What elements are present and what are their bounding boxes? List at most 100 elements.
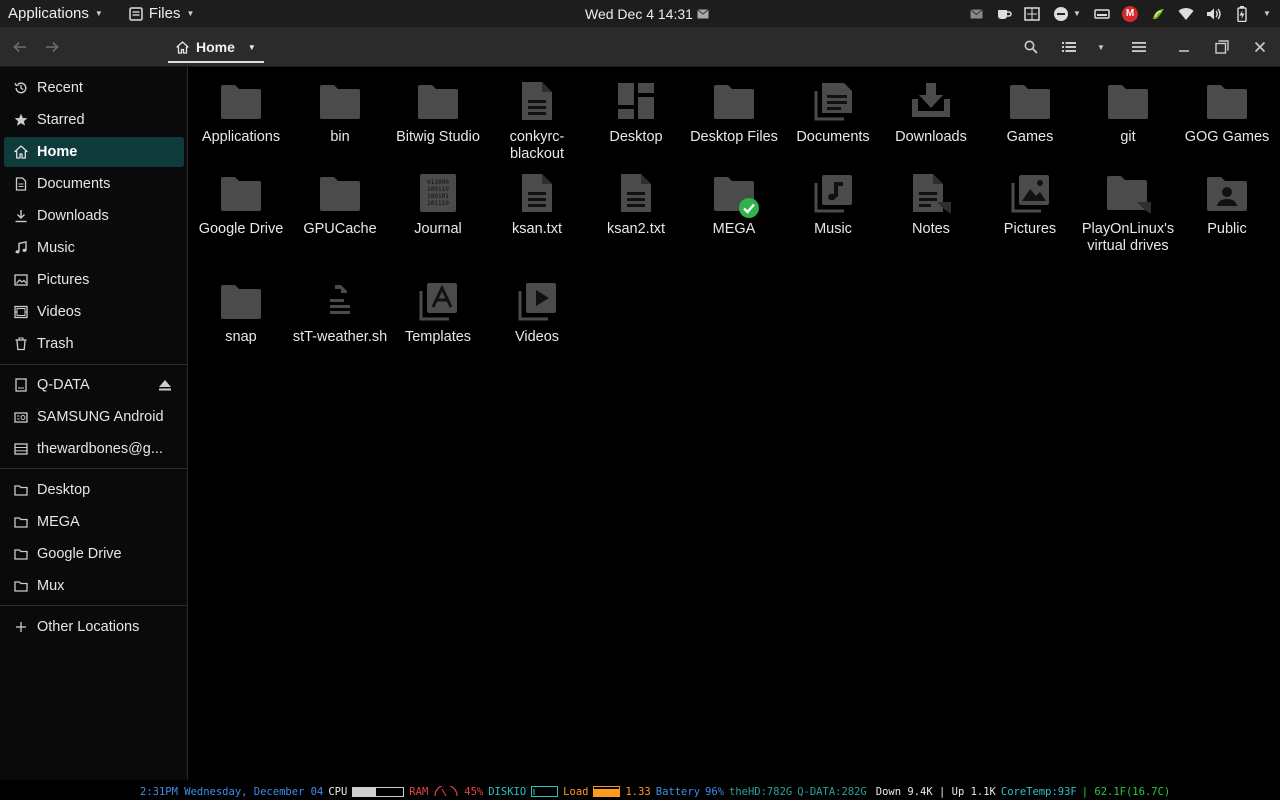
sidebar-item-label: Starred bbox=[37, 112, 85, 128]
chevron-down-icon: ▼ bbox=[1097, 42, 1105, 52]
sidebar-item-other-locations[interactable]: Other Locations bbox=[4, 612, 184, 642]
download-icon bbox=[14, 209, 28, 223]
sidebar-item-downloads[interactable]: Downloads bbox=[4, 201, 184, 231]
sidebar-item-videos[interactable]: Videos bbox=[4, 297, 184, 327]
file-item-git[interactable]: git bbox=[1079, 77, 1177, 146]
video-icon bbox=[14, 305, 28, 319]
conky-load-value: 1.33 bbox=[625, 785, 651, 798]
file-label: Documents bbox=[796, 129, 870, 145]
files-app-menu[interactable]: Files ▼ bbox=[121, 0, 203, 27]
file-item-documents[interactable]: Documents bbox=[784, 77, 882, 146]
phone-icon bbox=[14, 410, 28, 424]
star-icon bbox=[14, 113, 28, 127]
conky-load-label: Load bbox=[563, 785, 589, 798]
arrow-left-icon bbox=[13, 41, 26, 53]
file-item-games[interactable]: Games bbox=[981, 77, 1079, 146]
sidebar-item-recent[interactable]: Recent bbox=[4, 73, 184, 103]
folder-icon bbox=[1203, 77, 1251, 125]
file-item-downloads[interactable]: Downloads bbox=[882, 77, 980, 146]
search-button[interactable] bbox=[1016, 27, 1046, 67]
applications-menu[interactable]: Applications ▼ bbox=[0, 0, 111, 27]
clock-icon bbox=[14, 81, 28, 95]
power-menu-icon[interactable]: ▼ bbox=[1262, 6, 1272, 22]
file-item-desktop-files[interactable]: Desktop Files bbox=[685, 77, 783, 146]
text-file-icon bbox=[513, 169, 561, 217]
file-item-bin[interactable]: bin bbox=[291, 77, 389, 146]
minimize-button[interactable] bbox=[1169, 27, 1199, 67]
file-item-music[interactable]: Music bbox=[784, 169, 882, 238]
drive-icon bbox=[14, 378, 28, 392]
file-item-ksan2-txt[interactable]: ksan2.txt bbox=[587, 169, 685, 238]
file-item-mega[interactable]: MEGA bbox=[685, 169, 783, 238]
sidebar-item-bookmark-desktop[interactable]: Desktop bbox=[4, 475, 184, 505]
view-options-button[interactable]: ▼ bbox=[1086, 27, 1116, 67]
file-item-gog-games[interactable]: GOG Games bbox=[1178, 77, 1276, 146]
file-item-pictures[interactable]: Pictures bbox=[981, 169, 1079, 238]
file-item-desktop[interactable]: Desktop bbox=[587, 77, 685, 146]
file-item-templates[interactable]: Templates bbox=[389, 277, 487, 346]
mail-icon[interactable] bbox=[968, 6, 984, 22]
battery-icon[interactable] bbox=[1234, 5, 1250, 22]
sidebar-item-music[interactable]: Music bbox=[4, 233, 184, 263]
eject-icon[interactable] bbox=[158, 378, 172, 392]
file-item-stt-weather-sh[interactable]: stT-weather.sh bbox=[291, 277, 389, 346]
file-item-conkyrc-blackout[interactable]: conkyrc-blackout bbox=[488, 77, 586, 163]
keyboard-layout-icon[interactable] bbox=[1024, 6, 1040, 22]
sidebar-item-home[interactable]: Home bbox=[4, 137, 184, 167]
indicator-icon[interactable]: ▼ bbox=[1052, 6, 1082, 22]
file-label: ksan.txt bbox=[512, 221, 562, 237]
sidebar-item-q-data[interactable]: Q-DATA bbox=[4, 370, 184, 400]
sidebar-item-label: Music bbox=[37, 240, 75, 256]
text-file-icon bbox=[612, 169, 660, 217]
sidebar-item-pictures[interactable]: Pictures bbox=[4, 265, 184, 295]
file-item-playonlinux-drives[interactable]: PlayOnLinux's virtual drives bbox=[1079, 169, 1177, 255]
nvidia-icon[interactable] bbox=[1150, 6, 1166, 22]
file-item-public[interactable]: Public bbox=[1178, 169, 1276, 238]
file-label: ksan2.txt bbox=[606, 221, 666, 237]
file-item-journal[interactable]: 011000 100110 100101 101110 Journal bbox=[389, 169, 487, 238]
mega-icon[interactable]: M bbox=[1122, 5, 1138, 22]
back-button[interactable] bbox=[4, 27, 36, 67]
conky-ram-gauge-icon bbox=[433, 786, 459, 797]
folder-icon bbox=[217, 169, 265, 217]
downloads-folder-icon bbox=[907, 77, 955, 125]
file-item-snap[interactable]: snap bbox=[192, 277, 290, 346]
sidebar-item-starred[interactable]: Starred bbox=[4, 105, 184, 135]
drive-icon[interactable] bbox=[1094, 6, 1110, 22]
close-button[interactable] bbox=[1245, 27, 1275, 67]
binary-line: 100110 bbox=[427, 186, 449, 193]
forward-button[interactable] bbox=[36, 27, 68, 67]
maximize-button[interactable] bbox=[1207, 27, 1237, 67]
clock[interactable]: Wed Dec 4 14:31 bbox=[585, 0, 709, 27]
sidebar-item-label: Downloads bbox=[37, 208, 109, 224]
path-label: Home bbox=[196, 39, 235, 55]
music-folder-icon bbox=[809, 169, 857, 217]
sidebar-item-bookmark-google-drive[interactable]: Google Drive bbox=[4, 539, 184, 569]
file-item-notes[interactable]: Notes bbox=[882, 169, 980, 238]
view-list-button[interactable] bbox=[1054, 27, 1084, 67]
file-item-gpucache[interactable]: GPUCache bbox=[291, 169, 389, 238]
wifi-icon[interactable] bbox=[1178, 6, 1194, 22]
sidebar-item-documents[interactable]: Documents bbox=[4, 169, 184, 199]
sidebar-item-label: Q-DATA bbox=[37, 377, 90, 393]
list-view-icon bbox=[1062, 42, 1076, 52]
maximize-icon bbox=[1215, 40, 1229, 54]
file-item-applications[interactable]: Applications bbox=[192, 77, 290, 146]
file-item-google-drive[interactable]: Google Drive bbox=[192, 169, 290, 238]
folder-icon bbox=[1006, 77, 1054, 125]
menu-button[interactable] bbox=[1124, 27, 1154, 67]
sidebar-item-bookmark-mux[interactable]: Mux bbox=[4, 571, 184, 601]
path-bar-home[interactable]: Home ▼ bbox=[168, 33, 264, 63]
volume-icon[interactable] bbox=[1206, 6, 1222, 22]
file-item-videos[interactable]: Videos bbox=[488, 277, 586, 346]
file-label: Templates bbox=[404, 329, 472, 345]
link-folder-icon bbox=[1104, 169, 1152, 217]
file-item-bitwig-studio[interactable]: Bitwig Studio bbox=[389, 77, 487, 146]
document-icon bbox=[14, 177, 28, 191]
sidebar-item-bookmark-mega[interactable]: MEGA bbox=[4, 507, 184, 537]
sidebar-item-trash[interactable]: Trash bbox=[4, 329, 184, 359]
caffeine-icon[interactable] bbox=[996, 6, 1012, 22]
file-item-ksan-txt[interactable]: ksan.txt bbox=[488, 169, 586, 238]
sidebar-item-samsung-android[interactable]: SAMSUNG Android bbox=[4, 402, 184, 432]
sidebar-item-network-drive[interactable]: thewardbones@g... bbox=[4, 434, 184, 464]
